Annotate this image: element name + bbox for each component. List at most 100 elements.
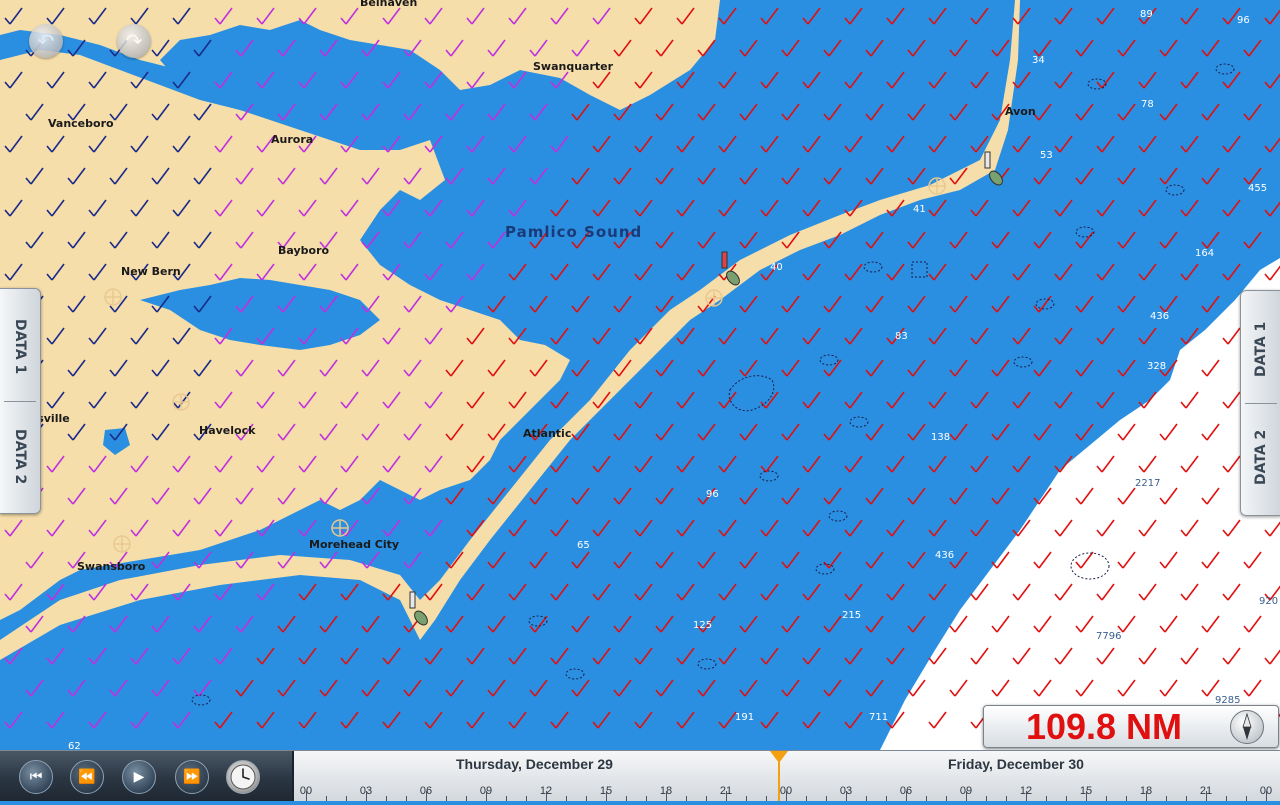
time-tick — [446, 796, 447, 801]
time-tick — [1006, 796, 1007, 801]
tab-divider — [1245, 403, 1277, 404]
time-tick — [926, 796, 927, 801]
current-time-line — [778, 761, 780, 801]
time-tick — [866, 796, 867, 801]
time-tick — [586, 796, 587, 801]
depth-sounding: 89 — [1140, 9, 1153, 20]
time-tick — [346, 796, 347, 801]
time-tick — [626, 796, 627, 801]
time-tick — [1166, 796, 1167, 801]
place-label: Morehead City — [309, 538, 399, 551]
airport-icon[interactable] — [705, 289, 723, 307]
day-label: Thursday, December 29 — [456, 756, 613, 772]
water-body-label: Pamlico Sound — [505, 223, 642, 241]
depth-sounding: 125 — [693, 620, 712, 631]
time-tick — [686, 796, 687, 801]
time-tick — [566, 796, 567, 801]
undo-button[interactable]: ↶ — [29, 24, 63, 58]
step-forward-button[interactable]: ⏩ — [175, 760, 209, 794]
depth-sounding: 62 — [68, 741, 81, 750]
place-label: Swansboro — [77, 560, 146, 573]
airport-icon[interactable] — [113, 535, 131, 553]
depth-sounding: 436 — [935, 550, 954, 561]
time-tick — [526, 796, 527, 801]
airport-icon[interactable] — [172, 393, 190, 411]
day-label: Friday, December 30 — [948, 756, 1084, 772]
depth-sounding: 215 — [842, 610, 861, 621]
data2-tab-label[interactable]: DATA 2 — [0, 427, 40, 487]
data2-tab-label[interactable]: DATA 2 — [1241, 427, 1280, 487]
left-data-panel-tab[interactable]: DATA 1 DATA 2 — [0, 288, 41, 514]
clock-icon — [230, 764, 256, 790]
distance-value: 109.8 NM — [1025, 706, 1183, 747]
time-tick — [1046, 796, 1047, 801]
time-tick — [1126, 796, 1127, 801]
depth-sounding: 455 — [1248, 183, 1267, 194]
skip-to-start-button[interactable]: ⏮ — [19, 760, 53, 794]
redo-icon: ↷ — [125, 29, 143, 53]
current-time-marker[interactable] — [770, 751, 788, 763]
time-tick — [1106, 796, 1107, 801]
time-tick — [766, 796, 767, 801]
right-data-panel-tab[interactable]: DATA 1 DATA 2 — [1240, 290, 1280, 516]
skip-start-icon: ⏮ — [29, 769, 43, 785]
depth-sounding: 83 — [895, 331, 908, 342]
time-tick — [826, 796, 827, 801]
step-back-icon: ⏪ — [78, 769, 96, 785]
airport-icon[interactable] — [104, 288, 122, 306]
time-tick — [986, 796, 987, 801]
time-tick — [386, 796, 387, 801]
depth-sounding: 65 — [577, 540, 590, 551]
time-slider[interactable]: Thursday, December 29 Friday, December 3… — [292, 751, 1280, 801]
time-tick — [1186, 796, 1187, 801]
airport-icon[interactable] — [928, 177, 946, 195]
time-tick — [506, 796, 507, 801]
redo-button[interactable]: ↷ — [117, 24, 151, 58]
clock-button[interactable] — [226, 760, 260, 794]
place-label: Belhaven — [360, 0, 417, 9]
depth-sounding: 138 — [931, 432, 950, 443]
time-tick — [406, 796, 407, 801]
time-tick — [806, 796, 807, 801]
depth-sounding: 41 — [913, 204, 926, 215]
time-tick — [886, 796, 887, 801]
place-label: Aurora — [271, 133, 313, 146]
undo-icon: ↶ — [37, 29, 55, 53]
place-label: Atlantic — [523, 427, 571, 440]
playback-bar: ⏮ ⏪ ▶ ⏩ Thursday, December 29 Friday, De… — [0, 750, 1280, 801]
time-tick — [1246, 796, 1247, 801]
depth-sounding: 711 — [869, 712, 888, 723]
depth-sounding: 34 — [1032, 55, 1045, 66]
tab-divider — [4, 401, 36, 402]
depth-sounding: 53 — [1040, 150, 1053, 161]
step-back-button[interactable]: ⏪ — [70, 760, 104, 794]
distance-readout[interactable]: 109.8 NM — [983, 705, 1279, 748]
place-label: Avon — [1005, 105, 1036, 118]
weather-chart-map[interactable]: Belhaven Swanquarter Vanceboro Aurora Av… — [0, 0, 1280, 750]
depth-sounding: 164 — [1195, 248, 1214, 259]
step-forward-icon: ⏩ — [183, 769, 201, 785]
time-tick — [746, 796, 747, 801]
depth-sounding: 40 — [770, 262, 783, 273]
play-button[interactable]: ▶ — [122, 760, 156, 794]
time-tick — [646, 796, 647, 801]
time-tick — [466, 796, 467, 801]
place-label: New Bern — [121, 265, 181, 278]
depth-sounding: 96 — [706, 489, 719, 500]
place-label: Swanquarter — [533, 60, 614, 73]
depth-sounding: 78 — [1141, 99, 1154, 110]
data1-tab-label[interactable]: DATA 1 — [0, 317, 40, 377]
time-tick — [1066, 796, 1067, 801]
place-label: Vanceboro — [48, 117, 114, 130]
play-icon: ▶ — [133, 769, 145, 785]
compass-icon[interactable] — [1230, 710, 1264, 744]
depth-sounding: 2217 — [1135, 478, 1160, 489]
time-tick — [946, 796, 947, 801]
airport-icon[interactable] — [331, 519, 349, 537]
depth-sounding: 436 — [1150, 311, 1169, 322]
depth-sounding: 328 — [1147, 361, 1166, 372]
data1-tab-label[interactable]: DATA 1 — [1241, 319, 1280, 379]
place-label: Havelock — [199, 424, 256, 437]
depth-sounding: 920 — [1259, 596, 1278, 607]
depth-sounding: 7796 — [1096, 631, 1121, 642]
